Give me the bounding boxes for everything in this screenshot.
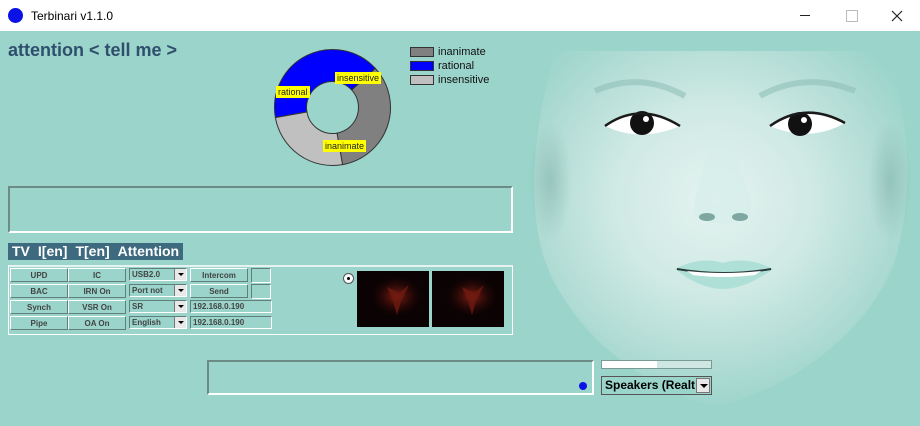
camera-preview-right: [432, 271, 504, 327]
usb-select[interactable]: USB2.0: [129, 268, 187, 281]
tab-attention[interactable]: Attention: [114, 243, 183, 260]
legend-label: rational: [438, 60, 475, 72]
chevron-down-icon[interactable]: [174, 317, 186, 328]
chevron-down-icon[interactable]: [174, 301, 186, 312]
status-dot-icon: [579, 382, 587, 390]
oa-on-button[interactable]: OA On: [68, 316, 126, 330]
pie-label-inanimate: inanimate: [323, 140, 367, 152]
ip-address-field-2[interactable]: 192.168.0.190: [190, 316, 272, 329]
usb-select-value: USB2.0: [132, 270, 161, 279]
minimize-icon[interactable]: [782, 0, 828, 31]
volume-level-bar: [601, 360, 712, 369]
port-select[interactable]: Port not: [129, 284, 187, 297]
legend-label: inanimate: [438, 46, 486, 58]
indicator-box-2: [251, 284, 271, 299]
title-bar: Terbinari v1.1.0: [0, 0, 920, 31]
chart-legend: inanimate rational insensitive: [410, 45, 489, 87]
irn-on-button[interactable]: IRN On: [68, 284, 126, 298]
camera-radio[interactable]: [343, 273, 354, 284]
legend-item-rational: rational: [410, 59, 489, 73]
synch-button[interactable]: Synch: [10, 300, 68, 314]
chevron-down-icon[interactable]: [174, 285, 186, 296]
close-icon[interactable]: [874, 0, 920, 31]
message-input[interactable]: [207, 360, 594, 395]
tab-i-en[interactable]: I[en]: [34, 243, 72, 260]
intercom-button[interactable]: Intercom: [190, 268, 248, 282]
app-icon: [8, 8, 23, 23]
vsr-on-button[interactable]: VSR On: [68, 300, 126, 314]
tab-t-en[interactable]: T[en]: [71, 243, 113, 260]
chevron-down-icon[interactable]: [174, 269, 186, 280]
pie-label-insensitive: insensitive: [335, 72, 382, 84]
legend-swatch: [410, 61, 434, 71]
pie-slice-insensitive: [274, 111, 344, 166]
sr-select[interactable]: SR: [129, 300, 187, 313]
audio-device-value: Speakers (Realt: [605, 378, 696, 392]
legend-swatch: [410, 75, 434, 85]
maximize-icon[interactable]: [828, 0, 874, 31]
legend-swatch: [410, 47, 434, 57]
tab-strip: TV I[en] T[en] Attention: [8, 243, 184, 260]
sr-select-value: SR: [132, 302, 144, 311]
tab-tv[interactable]: TV: [8, 243, 34, 260]
legend-item-insensitive: insensitive: [410, 73, 489, 87]
send-button[interactable]: Send: [190, 284, 248, 298]
chevron-down-icon[interactable]: [696, 378, 710, 393]
language-select[interactable]: English: [129, 316, 187, 329]
language-select-value: English: [132, 318, 161, 327]
upd-button[interactable]: UPD: [10, 268, 68, 282]
port-select-value: Port not: [132, 286, 163, 295]
volume-level-fill: [602, 361, 657, 368]
audio-device-select[interactable]: Speakers (Realt: [601, 376, 712, 395]
indicator-box-1: [251, 268, 271, 283]
legend-label: insensitive: [438, 74, 490, 86]
conversation-textarea[interactable]: [8, 186, 513, 233]
camera-preview-left: [357, 271, 429, 327]
pipe-button[interactable]: Pipe: [10, 316, 68, 330]
pie-label-rational: rational: [276, 86, 310, 98]
window-title: Terbinari v1.1.0: [31, 9, 114, 23]
page-title: attention < tell me >: [8, 40, 178, 60]
ip-address-field-1[interactable]: 192.168.0.190: [190, 300, 272, 313]
bac-button[interactable]: BAC: [10, 284, 68, 298]
ic-button[interactable]: IC: [68, 268, 126, 282]
legend-item-inanimate: inanimate: [410, 45, 489, 59]
